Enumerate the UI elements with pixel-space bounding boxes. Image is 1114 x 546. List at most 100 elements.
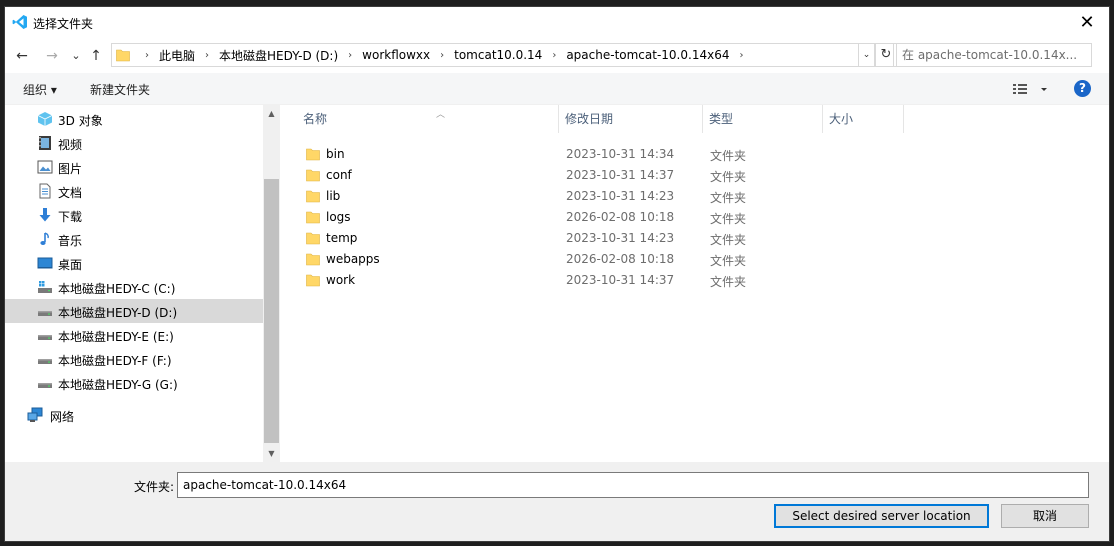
address-history-dropdown[interactable]: ⌄ (859, 43, 875, 67)
breadcrumb-this-pc[interactable]: 此电脑 (156, 47, 198, 64)
sidebar-item-network[interactable]: 网络 (5, 403, 263, 427)
folder-icon (306, 169, 320, 182)
breadcrumb-separator[interactable]: › (341, 50, 359, 61)
breadcrumb-separator[interactable]: › (732, 50, 750, 61)
sidebar-item-label: 本地磁盘HEDY-C (C:) (58, 282, 176, 296)
breadcrumb-separator[interactable]: › (545, 50, 563, 61)
column-header-modified[interactable]: 修改日期 (559, 105, 703, 133)
navigation-tree: 3D 对象 视频 图片 文档 下载 音乐 桌面 本地磁盘HEDY-C (C:) … (5, 105, 263, 462)
folder-name-input[interactable] (177, 472, 1089, 498)
close-icon[interactable]: ✕ (1075, 12, 1099, 34)
file-name: lib (326, 189, 341, 203)
file-row[interactable]: lib 2023-10-31 14:23 文件夹 (297, 186, 1097, 207)
file-name: webapps (326, 252, 380, 266)
sidebar-item-label: 本地磁盘HEDY-G (G:) (58, 378, 178, 392)
command-bar: 组织 ▾ 新建文件夹 ? (5, 73, 1109, 105)
file-name: temp (326, 231, 358, 245)
file-name: work (326, 273, 356, 287)
folder-picker-dialog: 选择文件夹 ✕ ← → ⌄ ↑ › 此电脑 › 本地磁盘HEDY-D (D:) … (4, 6, 1110, 542)
folder-icon (306, 253, 320, 266)
file-row[interactable]: conf 2023-10-31 14:37 文件夹 (297, 165, 1097, 186)
file-type: 文件夹 (710, 233, 747, 247)
up-button[interactable]: ↑ (87, 47, 105, 65)
folder-field-label: 文件夹: (134, 480, 175, 494)
navigation-scrollbar[interactable]: ▲ ▼ (263, 105, 280, 462)
column-header-size[interactable]: 大小 (823, 105, 904, 133)
sidebar-item-label: 3D 对象 (58, 114, 103, 128)
folder-icon (306, 274, 320, 287)
folder-icon (306, 148, 320, 161)
video-icon (39, 136, 51, 150)
sidebar-item-drive-c[interactable]: 本地磁盘HEDY-C (C:) (5, 275, 263, 299)
file-type: 文件夹 (710, 275, 747, 289)
new-folder-button[interactable]: 新建文件夹 (90, 81, 150, 98)
drive-icon (38, 335, 52, 340)
file-name: logs (326, 210, 351, 224)
breadcrumb-separator[interactable]: › (138, 50, 156, 61)
cancel-button[interactable]: 取消 (1001, 504, 1089, 528)
sidebar-item-videos[interactable]: 视频 (5, 131, 263, 155)
search-input[interactable] (894, 44, 1091, 66)
breadcrumb-workflowxx[interactable]: workflowxx (359, 48, 433, 62)
file-modified: 2023-10-31 14:23 (566, 231, 675, 245)
sidebar-item-desktop[interactable]: 桌面 (5, 251, 263, 275)
file-name: conf (326, 168, 352, 182)
breadcrumb-tomcat[interactable]: tomcat10.0.14 (451, 48, 545, 62)
file-modified: 2026-02-08 10:18 (566, 210, 675, 224)
address-bar[interactable]: › 此电脑 › 本地磁盘HEDY-D (D:) › workflowxx › t… (111, 43, 859, 67)
file-row[interactable]: work 2023-10-31 14:37 文件夹 (297, 270, 1097, 291)
file-modified: 2023-10-31 14:37 (566, 168, 675, 182)
view-options-icon[interactable] (1011, 80, 1051, 98)
file-modified: 2023-10-31 14:23 (566, 189, 675, 203)
drive-icon (38, 311, 52, 316)
breadcrumb-separator[interactable]: › (198, 50, 216, 61)
sidebar-item-drive-f[interactable]: 本地磁盘HEDY-F (F:) (5, 347, 263, 371)
sidebar-item-3d-objects[interactable]: 3D 对象 (5, 107, 263, 131)
breadcrumb-apache-tomcat[interactable]: apache-tomcat-10.0.14x64 (563, 48, 732, 62)
file-row[interactable]: bin 2023-10-31 14:34 文件夹 (297, 144, 1097, 165)
file-row[interactable]: temp 2023-10-31 14:23 文件夹 (297, 228, 1097, 249)
sidebar-item-label: 本地磁盘HEDY-F (F:) (58, 354, 172, 368)
file-modified: 2023-10-31 14:34 (566, 147, 675, 161)
file-name: bin (326, 147, 345, 161)
network-icon (27, 407, 43, 422)
column-header-name[interactable]: ︿ 名称 (297, 105, 559, 133)
scroll-up-icon[interactable]: ▲ (263, 105, 280, 122)
organize-menu[interactable]: 组织 ▾ (23, 81, 57, 98)
sidebar-item-label: 本地磁盘HEDY-D (D:) (58, 306, 178, 320)
sidebar-item-downloads[interactable]: 下载 (5, 203, 263, 227)
sidebar-item-drive-e[interactable]: 本地磁盘HEDY-E (E:) (5, 323, 263, 347)
sidebar-item-drive-g[interactable]: 本地磁盘HEDY-G (G:) (5, 371, 263, 395)
vscode-app-icon (12, 15, 27, 29)
forward-button[interactable]: → (43, 47, 61, 65)
sidebar-item-label: 文档 (58, 186, 83, 200)
breadcrumb-drive-d[interactable]: 本地磁盘HEDY-D (D:) (216, 47, 341, 64)
folder-icon (306, 190, 320, 203)
documents-icon (39, 183, 51, 199)
recent-locations-button[interactable]: ⌄ (67, 47, 85, 65)
search-box[interactable] (893, 43, 1092, 67)
file-list: ︿ 名称 修改日期 类型 大小 bin 2023-10-31 14:34 文件夹… (283, 105, 1109, 462)
scroll-down-icon[interactable]: ▼ (263, 445, 280, 462)
file-row[interactable]: logs 2026-02-08 10:18 文件夹 (297, 207, 1097, 228)
folder-icon (306, 211, 320, 224)
drive-icon (38, 383, 52, 388)
sidebar-item-label: 本地磁盘HEDY-E (E:) (58, 330, 174, 344)
breadcrumb-separator[interactable]: › (433, 50, 451, 61)
column-header-type[interactable]: 类型 (703, 105, 823, 133)
download-icon (39, 208, 51, 222)
scrollbar-thumb[interactable] (264, 179, 279, 443)
system-drive-icon (38, 281, 52, 293)
pictures-icon (37, 160, 53, 174)
column-header-label: 类型 (709, 112, 734, 126)
file-row[interactable]: webapps 2026-02-08 10:18 文件夹 (297, 249, 1097, 270)
select-folder-button[interactable]: Select desired server location (774, 504, 989, 528)
help-icon[interactable]: ? (1074, 80, 1091, 97)
sidebar-item-drive-d[interactable]: 本地磁盘HEDY-D (D:) (5, 299, 263, 323)
sidebar-item-pictures[interactable]: 图片 (5, 155, 263, 179)
file-type: 文件夹 (710, 191, 747, 205)
sidebar-item-music[interactable]: 音乐 (5, 227, 263, 251)
file-type: 文件夹 (710, 254, 747, 268)
sidebar-item-documents[interactable]: 文档 (5, 179, 263, 203)
back-button[interactable]: ← (13, 47, 31, 65)
